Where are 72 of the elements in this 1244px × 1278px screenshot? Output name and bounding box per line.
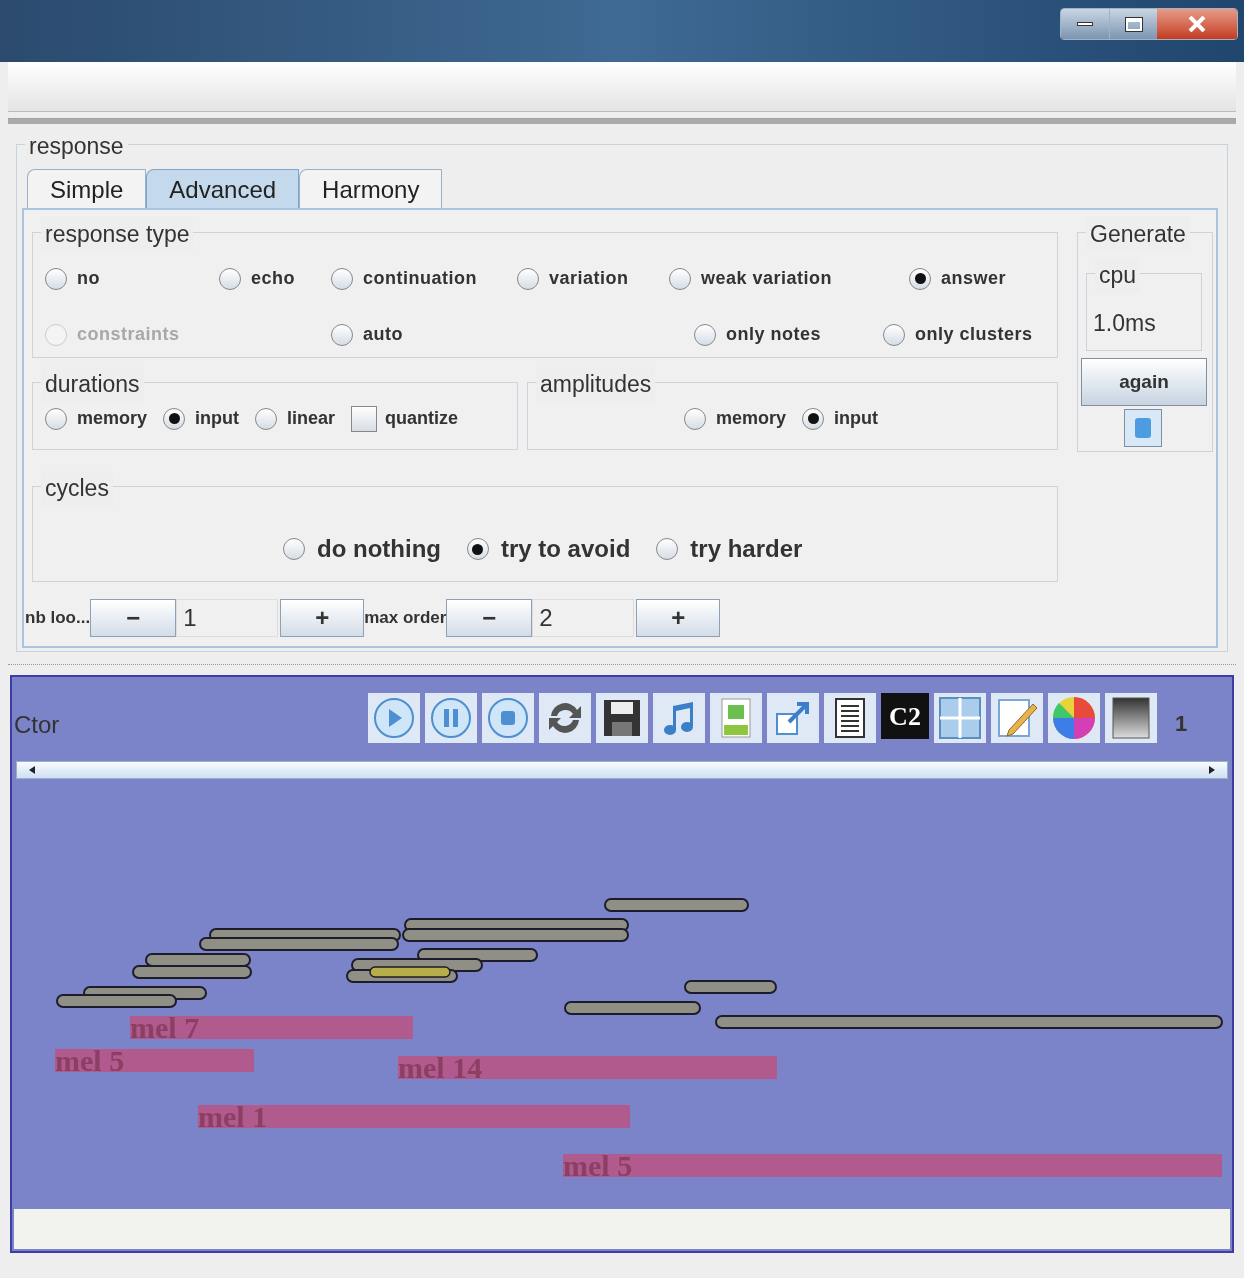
option-label: input <box>195 407 239 430</box>
tab[interactable]: Simple <box>27 169 147 209</box>
radio-button[interactable] <box>684 407 706 430</box>
spinner-label: max order <box>364 607 447 630</box>
option-label: quantize <box>385 407 459 430</box>
decrement-button[interactable]: − <box>90 599 177 637</box>
track-title: Ctor <box>14 710 60 740</box>
save-icon[interactable] <box>596 693 648 743</box>
list-icon[interactable] <box>824 693 876 743</box>
radio-button[interactable] <box>517 267 539 290</box>
radio-button[interactable] <box>283 538 305 560</box>
refresh-icon[interactable] <box>539 693 591 743</box>
play-icon[interactable] <box>368 693 420 743</box>
option-label: weak variation <box>701 267 833 290</box>
option-label: answer <box>941 267 1007 290</box>
option-label: only clusters <box>915 323 1033 346</box>
tab[interactable]: Harmony <box>299 169 443 209</box>
option-label: linear <box>287 407 336 430</box>
minimize-button[interactable] <box>1061 9 1109 39</box>
close-button[interactable] <box>1157 9 1237 39</box>
option-label: echo <box>251 267 295 290</box>
radio-button[interactable] <box>694 323 716 346</box>
gradient-swatch-icon[interactable] <box>1105 693 1157 743</box>
option-label: variation <box>549 267 629 290</box>
option-label: continuation <box>363 267 477 290</box>
radio-button[interactable] <box>802 407 825 430</box>
radio-button[interactable] <box>331 267 353 290</box>
resize-icon[interactable] <box>767 693 819 743</box>
close-icon <box>1188 16 1206 32</box>
option-label: auto <box>363 323 403 346</box>
option-label: no <box>77 267 100 290</box>
counter-label: 1 <box>1175 710 1188 738</box>
cpu-value: 1.0ms <box>1093 309 1156 338</box>
again-button[interactable]: again <box>1081 358 1207 406</box>
c2-icon[interactable]: C2 <box>881 693 929 739</box>
radio-button[interactable] <box>255 407 277 430</box>
radio-button[interactable] <box>219 267 241 290</box>
option-label: constraints <box>77 323 180 346</box>
increment-button[interactable]: + <box>280 599 365 637</box>
radio-button[interactable] <box>883 323 905 346</box>
maximize-button[interactable] <box>1109 9 1157 39</box>
number-field[interactable]: 1 <box>176 599 279 637</box>
option-label: try harder <box>690 534 803 564</box>
stop-icon[interactable] <box>482 693 534 743</box>
image-export-icon[interactable] <box>710 693 762 743</box>
radio-button[interactable] <box>656 538 679 560</box>
radio-button[interactable] <box>331 323 353 346</box>
increment-button[interactable]: + <box>636 599 721 637</box>
number-field[interactable]: 2 <box>532 599 635 637</box>
radio-button[interactable] <box>669 267 691 290</box>
color-wheel-icon[interactable] <box>1048 693 1100 743</box>
stop-button[interactable] <box>1124 409 1162 447</box>
tab[interactable]: Advanced <box>146 169 300 209</box>
radio-button[interactable] <box>163 407 186 430</box>
decrement-button[interactable]: − <box>446 599 533 637</box>
radio-button[interactable] <box>909 267 931 290</box>
option-label: memory <box>716 407 787 430</box>
option-label: input <box>834 407 878 430</box>
horizontal-scrollbar[interactable] <box>16 761 1228 779</box>
option-label: memory <box>77 407 148 430</box>
grid-icon[interactable] <box>934 693 986 743</box>
radio-button[interactable] <box>466 538 489 560</box>
radio-button[interactable] <box>45 267 67 290</box>
option-label: do nothing <box>317 534 441 564</box>
music-note-icon[interactable] <box>653 693 705 743</box>
spinner-label: nb loo... <box>25 607 91 630</box>
option-label: only notes <box>726 323 821 346</box>
pencil-icon[interactable] <box>991 693 1043 743</box>
option-label: try to avoid <box>500 534 631 564</box>
checkbox[interactable] <box>351 405 378 432</box>
pause-icon[interactable] <box>425 693 477 743</box>
radio-button[interactable] <box>45 407 67 430</box>
